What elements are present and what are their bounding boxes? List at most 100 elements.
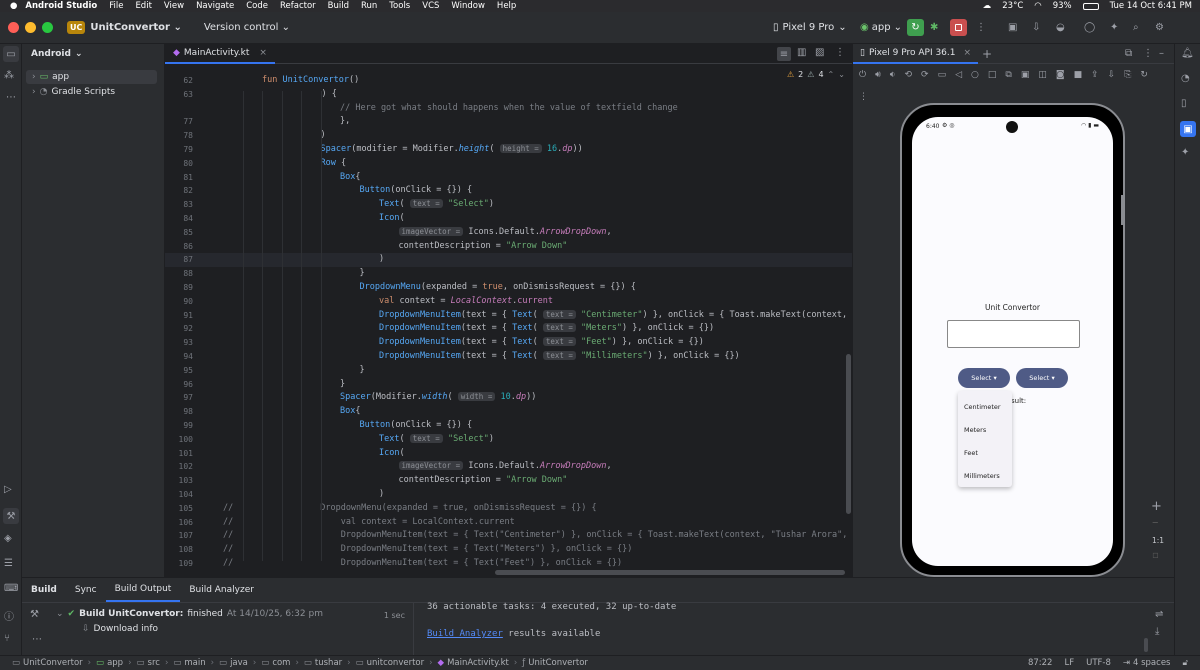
build-analyzer-link[interactable]: Build Analyzer (427, 629, 503, 639)
rotate-right-icon[interactable]: ⟳ (921, 70, 929, 80)
tab-build-analyzer[interactable]: Build Analyzer (180, 578, 263, 602)
mac-menu-file[interactable]: File (109, 1, 123, 11)
mac-menu-build[interactable]: Build (328, 1, 349, 11)
more-actions-icon[interactable]: ⋮ (976, 22, 986, 33)
caret-position[interactable]: 87:22 (1028, 658, 1053, 668)
zoom-out-icon[interactable]: – (1152, 515, 1159, 530)
more-options-icon[interactable]: ⋮ (835, 47, 845, 58)
project-tool-icon[interactable]: ▭ (3, 46, 19, 62)
snapshot-icon[interactable]: ◫ (1038, 70, 1047, 80)
filter-icon[interactable]: ⋯ (32, 634, 42, 645)
vcs-selector[interactable]: Version control ⌄ (204, 22, 290, 33)
resource-manager-icon[interactable]: ⁂ (4, 70, 14, 81)
settings-icon[interactable]: ⚙ (1155, 22, 1164, 33)
build-tool-icon[interactable]: ⚒ (3, 508, 19, 524)
maximize-window-button[interactable] (42, 22, 53, 33)
mac-menu-refactor[interactable]: Refactor (280, 1, 316, 11)
select-button-from[interactable]: Select ▾ (958, 368, 1010, 388)
breadcrumb-item[interactable]: tushar (315, 658, 342, 668)
sync-icon[interactable]: ↻ (1140, 70, 1148, 80)
gemini-tool-icon[interactable]: ◈ (4, 533, 12, 544)
terminal-tool-icon[interactable]: ⌨ (4, 583, 18, 594)
mac-menu-help[interactable]: Help (497, 1, 516, 11)
tab-build-output[interactable]: Build Output (105, 578, 181, 602)
breadcrumb-item[interactable]: MainActivity.kt (447, 658, 509, 668)
more-icon[interactable]: ⋮ (859, 92, 868, 102)
split-view-icon[interactable]: ▥ (797, 47, 806, 58)
console-scrollbar[interactable] (1144, 638, 1148, 652)
apple-menu-icon[interactable]: ● (10, 1, 17, 11)
close-window-button[interactable] (8, 22, 19, 33)
device-selector[interactable]: ▯ Pixel 9 Pro ⌄ (773, 22, 847, 33)
zoom-in-icon[interactable]: + (1151, 499, 1162, 514)
breadcrumb-item[interactable]: com (272, 658, 290, 668)
notifications-icon[interactable]: 🔔︎ (1181, 48, 1194, 59)
mac-menu-window[interactable]: Window (451, 1, 485, 11)
account-icon[interactable]: ◯ (1084, 22, 1095, 33)
running-devices-icon[interactable]: ▣ (1180, 121, 1196, 137)
back-icon[interactable]: ◁ (955, 70, 962, 80)
build-tree-root[interactable]: ⌄ ✔ Build UnitConvertor: finished At 14/… (56, 609, 323, 619)
datetime[interactable]: Tue 14 Oct 6:41 PM (1110, 1, 1192, 11)
run-config-selector[interactable]: ◉ app ⌄ (860, 22, 902, 33)
tab-build[interactable]: Build (22, 578, 66, 602)
device-frame-icon[interactable]: ▣ (1021, 70, 1030, 80)
mac-menu-navigate[interactable]: Navigate (196, 1, 234, 11)
mac-menu-run[interactable]: Run (361, 1, 377, 11)
fold-icon[interactable]: ▭ (938, 70, 947, 80)
project-view-selector[interactable]: Android ⌄ (31, 49, 83, 59)
volume-up-icon[interactable]: 🔊︎ (875, 70, 881, 80)
breadcrumb-item[interactable]: UnitConvertor (528, 658, 588, 668)
ai-icon[interactable]: ✦ (1110, 22, 1118, 33)
breadcrumb-item[interactable]: app (107, 658, 123, 668)
android-logo-icon[interactable]: ◒ (1056, 22, 1065, 33)
scroll-end-icon[interactable]: ⤓ (1155, 626, 1159, 637)
dropdown-item[interactable]: Centimeter (958, 395, 1012, 418)
horizontal-scrollbar[interactable] (495, 570, 845, 575)
select-button-to[interactable]: Select ▾ (1016, 368, 1068, 388)
overview-icon[interactable]: □ (988, 70, 997, 80)
home-icon[interactable]: ○ (971, 70, 979, 80)
minimize-window-button[interactable] (25, 22, 36, 33)
build-console[interactable]: 36 actionable tasks: 4 executed, 32 up-t… (427, 602, 1127, 656)
project-selector[interactable]: UnitConvertor ⌄ (90, 22, 181, 33)
mac-menu-edit[interactable]: Edit (135, 1, 151, 11)
hammer-icon[interactable]: ⚒ (30, 609, 39, 620)
stop-button[interactable] (950, 19, 967, 36)
mac-menu-view[interactable]: View (164, 1, 184, 11)
design-view-icon[interactable]: ▨ (815, 47, 824, 58)
tab-running-device[interactable]: ▯ Pixel 9 Pro API 36.1 × (853, 44, 979, 64)
record-icon[interactable]: ■ (1074, 70, 1083, 80)
wifi-icon[interactable]: ◠ (1034, 1, 1041, 11)
readonly-lock-icon[interactable]: 🔓︎ (1182, 658, 1188, 668)
run-tool-icon[interactable]: ▷ (4, 484, 12, 495)
share-icon[interactable]: ⇪ (1091, 70, 1099, 80)
gradle-tool-icon[interactable]: ◔ (1181, 73, 1190, 84)
export-icon[interactable]: ⇩ (1108, 70, 1116, 80)
phone-screen[interactable]: 6:40 ⚙ ◎ ◠ ▮ ▬ Unit Convertor Select ▾ S… (912, 117, 1113, 566)
breadcrumb-item[interactable]: java (230, 658, 248, 668)
code-area[interactable]: 62 fun UnitConvertor() 63 ) {// Here got w… (165, 71, 852, 567)
breadcrumb-item[interactable]: unitconvertor (367, 658, 425, 668)
gemini-sparkle-icon[interactable]: ✦ (1181, 147, 1189, 158)
mac-menu-tools[interactable]: Tools (389, 1, 410, 11)
dropdown-item[interactable]: Meters (958, 418, 1012, 441)
tab-sync[interactable]: Sync (66, 578, 106, 602)
search-icon[interactable]: ⌕ (1133, 22, 1139, 33)
tree-item-app[interactable]: › ▭ app (26, 70, 157, 84)
tab-mainactivity[interactable]: ◆ MainActivity.kt × (165, 44, 275, 64)
build-tree-download-info[interactable]: ⇩ Download info (82, 624, 158, 634)
vertical-scrollbar[interactable] (846, 354, 851, 514)
indent-settings[interactable]: ⇥ 4 spaces (1123, 658, 1171, 668)
close-icon[interactable]: × (964, 48, 972, 58)
sdk-manager-icon[interactable]: ⇩ (1032, 22, 1040, 33)
open-external-icon[interactable]: ⧉ (1125, 48, 1132, 59)
code-view-icon[interactable]: ≡ (777, 47, 791, 61)
device-manager-icon[interactable]: ▣ (1008, 22, 1017, 33)
close-icon[interactable]: × (259, 48, 267, 58)
mirror-icon[interactable]: ⎘ (1124, 70, 1131, 80)
add-device-icon[interactable]: + (982, 47, 992, 61)
soft-wrap-icon[interactable]: ⇌ (1155, 609, 1163, 620)
power-icon[interactable]: ⏻ (859, 70, 866, 80)
camera-icon[interactable]: ◙ (1056, 70, 1065, 80)
